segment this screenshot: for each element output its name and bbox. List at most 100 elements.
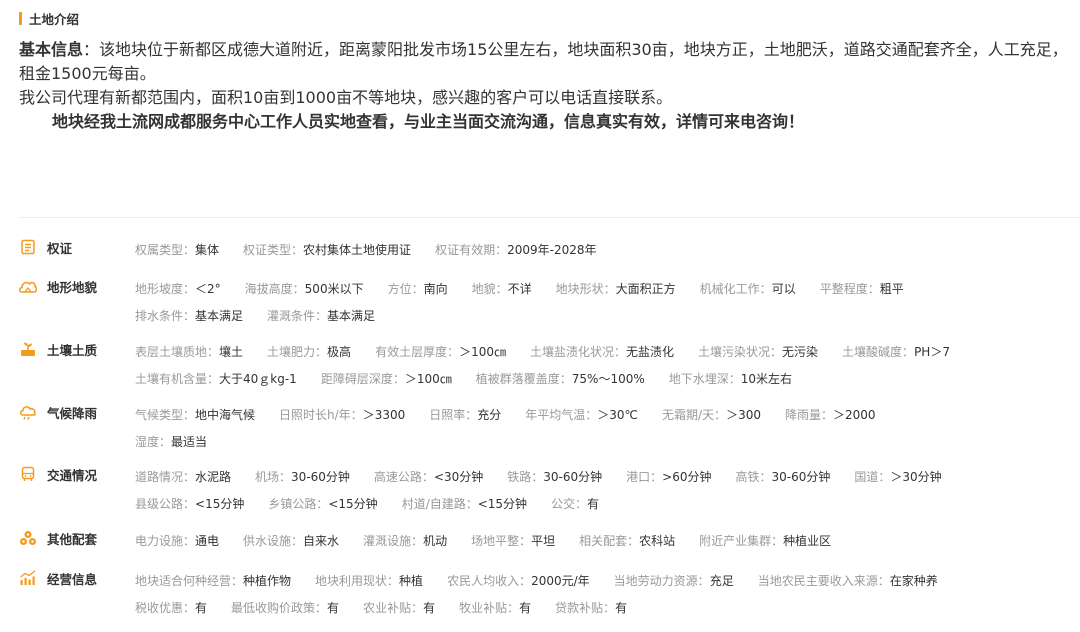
field-label: 机场： [255, 470, 292, 484]
field-value: ＞300 [726, 408, 761, 422]
intro-text-1: ：该地块位于新都区成德大道附近，距离蒙阳批发市场15公里左右，地块面积30亩，地… [19, 40, 1068, 83]
field-value: 有 [423, 601, 436, 615]
title-accent-bar [19, 11, 22, 25]
field-item: 土壤污染状况： 无污染 [698, 343, 818, 360]
field-item: 年平均气温： ＞30℃ [525, 406, 638, 423]
field-label: 地貌： [471, 282, 508, 296]
field-item: 权证类型： 农村集体土地使用证 [243, 241, 411, 258]
field-value: 不详 [507, 282, 532, 296]
field-label: 地形坡度： [135, 282, 196, 296]
field-item: 权证有效期： 2009年-2028年 [435, 241, 596, 258]
field-label: 权证有效期： [435, 243, 508, 257]
field-item: 国道： ＞30分钟 [854, 468, 941, 485]
field-label: 地下水埋深： [668, 372, 741, 386]
info-row-fields: 地块适合何种经营： 种植作物 地块利用现状： 种植 农民人均收入： 2000元/年 当地劳动… [135, 567, 962, 621]
field-value: 2000元/年 [531, 574, 590, 588]
info-row-fields: 电力设施： 通电 供水设施： 自来水 灌溉设施： 机动 场地平整： 平坦 相关配套： 农科站 附近产… [135, 527, 855, 554]
field-value: 30-60分钟 [543, 470, 603, 484]
info-row-header: 地形地貌 [19, 275, 97, 297]
field-value: 30-60分钟 [291, 470, 350, 484]
field-value: >60分钟 [662, 470, 712, 484]
field-value: 充分 [477, 408, 502, 422]
info-row-header: 经营信息 [19, 567, 97, 589]
field-label: 机械化工作： [699, 282, 772, 296]
field-label: 无霜期/天： [662, 408, 727, 422]
field-label: 当地农民主要收入来源： [757, 574, 890, 588]
field-line: 气候类型： 地中海气候 日照时长h/年： ＞3300 日照率： 充分 年平均气温： ＞30℃ 无… [135, 401, 900, 428]
divider [19, 217, 1080, 218]
field-label: 高速公路： [373, 470, 434, 484]
field-label: 税收优惠： [135, 601, 196, 615]
field-item: 湿度： 最适当 [135, 433, 207, 450]
field-item: 土壤肥力： 极高 [267, 343, 351, 360]
field-item: 地下水埋深： 10米左右 [669, 370, 792, 387]
field-line: 表层土壤质地： 壤土 土壤肥力： 极高 有效土层厚度： ＞100㎝ 土壤盐渍化状况： 无盐渍化… [135, 338, 974, 365]
field-line: 湿度： 最适当 [135, 428, 900, 455]
field-item: 土壤酸碱度： PH＞7 [842, 343, 950, 360]
field-label: 灌溉条件： [267, 309, 328, 323]
field-label: 权证类型： [243, 243, 304, 257]
field-label: 海拔高度： [244, 282, 305, 296]
field-item: 场地平整： 平坦 [471, 532, 555, 549]
field-value: 农科站 [639, 534, 676, 548]
field-value: <30分钟 [433, 470, 484, 484]
field-label: 场地平整： [471, 534, 532, 548]
info-row-header: 其他配套 [19, 527, 97, 549]
field-label: 农业补贴： [363, 601, 424, 615]
field-item: 县级公路： <15分钟 [135, 495, 244, 512]
field-label: 平整程度： [819, 282, 880, 296]
field-item: 机场： 30-60分钟 [255, 468, 350, 485]
info-row-fields: 道路情况： 水泥路 机场： 30-60分钟 高速公路： <30分钟 铁路： 30-60分钟 港口… [135, 463, 966, 517]
field-label: 牧业补贴： [459, 601, 520, 615]
field-label: 土壤盐渍化状况： [529, 345, 626, 359]
field-line: 道路情况： 水泥路 机场： 30-60分钟 高速公路： <30分钟 铁路： 30-60分钟 港口… [135, 463, 966, 490]
field-value: 水泥路 [195, 470, 232, 484]
field-item: 当地农民主要收入来源： 在家种养 [758, 572, 938, 589]
field-label: 日照时长h/年： [279, 408, 363, 422]
field-line: 排水条件： 基本满足 灌溉条件： 基本满足 [135, 302, 928, 329]
field-value: 有 [615, 601, 628, 615]
field-label: 电力设施： [135, 534, 196, 548]
field-item: 气候类型： 地中海气候 [135, 406, 255, 423]
field-value: 充足 [709, 574, 734, 588]
field-value: ＞2000 [833, 408, 876, 422]
field-line: 权属类型： 集体 权证类型： 农村集体土地使用证 权证有效期： 2009年-2028年 [135, 236, 621, 263]
field-item: 机械化工作： 可以 [700, 280, 796, 297]
info-row-title: 交通情况 [47, 467, 98, 483]
field-value: PH＞7 [914, 345, 950, 359]
intro-text-3: 地块经我土流网成都服务中心工作人员实地查看，与业主当面交流沟通，信息真实有效，详… [52, 112, 805, 131]
field-value: 自来水 [303, 534, 340, 548]
field-label: 湿度： [135, 435, 172, 449]
field-item: 最低收购价政策：有 [231, 599, 339, 616]
field-item: 附近产业集群： 种植业区 [699, 532, 831, 549]
field-value: 粗平 [879, 282, 904, 296]
field-value: 壤土 [219, 345, 244, 359]
info-row-title: 其他配套 [47, 531, 98, 547]
field-value: 在家种养 [889, 574, 938, 588]
cloud-rain-icon [19, 403, 37, 421]
intro-label: 基本信息 [19, 40, 84, 59]
field-item: 日照时长h/年： ＞3300 [279, 406, 405, 423]
field-label: 地块利用现状： [315, 574, 400, 588]
info-row-title: 权证 [47, 240, 73, 256]
intro-paragraph: 基本信息：该地块位于新都区成德大道附近，距离蒙阳批发市场15公里左右，地块面积3… [19, 38, 1071, 86]
section-title-text: 土地介绍 [29, 11, 80, 27]
field-label: 表层土壤质地： [135, 345, 220, 359]
field-label: 日照率： [429, 408, 478, 422]
field-label: 方位： [387, 282, 424, 296]
field-value: 平坦 [531, 534, 556, 548]
intro-block: 基本信息：该地块位于新都区成德大道附近，距离蒙阳批发市场15公里左右，地块面积3… [19, 38, 1071, 134]
field-label: 村道/自建路： [401, 497, 478, 511]
field-value: ＜2° [195, 282, 221, 296]
field-item: 铁路： 30-60分钟 [507, 468, 602, 485]
field-label: 贷款补贴： [555, 601, 616, 615]
field-item: 地块形状： 大面积正方 [556, 280, 676, 297]
field-item: 高速公路： <30分钟 [374, 468, 483, 485]
field-value: 75%～100% [571, 372, 645, 386]
field-value: ＞30℃ [597, 408, 639, 422]
field-value: <15分钟 [195, 497, 245, 511]
field-value: <15分钟 [477, 497, 528, 511]
field-value: 30-60分钟 [771, 470, 831, 484]
field-item: 方位： 南向 [388, 280, 448, 297]
field-label: 公交： [551, 497, 588, 511]
